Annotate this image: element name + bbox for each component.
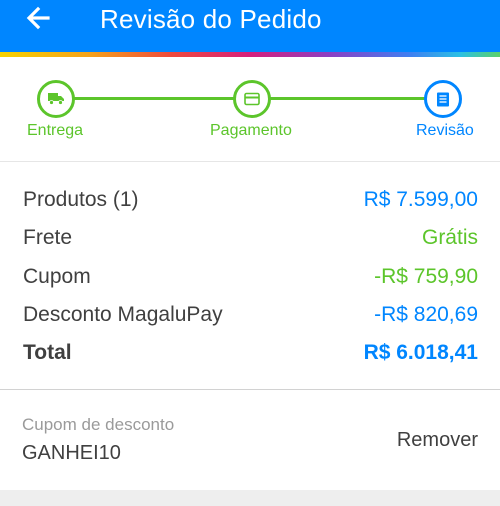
magalupay-discount-value: -R$ 820,69 xyxy=(374,303,478,326)
arrow-left-icon xyxy=(26,6,50,30)
bottom-section-band xyxy=(0,490,500,506)
step-label-entrega: Entrega xyxy=(27,122,84,139)
total-value: R$ 6.018,41 xyxy=(363,341,478,364)
summary-row-magalupay: Desconto MagaluPay -R$ 820,69 xyxy=(23,300,478,330)
back-button[interactable] xyxy=(22,3,58,35)
summary-row-total: Total R$ 6.018,41 xyxy=(23,338,478,368)
coupon-discount-label: Cupom xyxy=(23,265,91,288)
coupon-discount-value: -R$ 759,90 xyxy=(374,265,478,288)
shipping-value: Grátis xyxy=(421,226,478,249)
step-connector xyxy=(252,97,443,100)
app-header: Revisão do Pedido xyxy=(0,0,500,52)
summary-row-products: Produtos (1) R$ 7.599,00 xyxy=(23,185,478,215)
document-icon xyxy=(437,92,449,107)
remove-coupon-button[interactable]: Remover xyxy=(397,427,478,453)
summary-row-coupon: Cupom -R$ 759,90 xyxy=(23,262,478,292)
order-summary: Produtos (1) R$ 7.599,00 Frete Grátis Cu… xyxy=(0,162,500,389)
step-revisao[interactable] xyxy=(424,80,462,118)
coupon-section: Cupom de desconto GANHEI10 Remover xyxy=(0,390,500,490)
card-icon xyxy=(244,92,260,106)
summary-row-shipping: Frete Grátis xyxy=(23,223,478,253)
step-label-revisao: Revisão xyxy=(416,122,474,139)
total-label: Total xyxy=(23,341,72,364)
page-title: Revisão do Pedido xyxy=(100,4,322,34)
truck-icon xyxy=(48,93,64,105)
coupon-field-label: Cupom de desconto xyxy=(22,415,175,434)
step-label-pagamento: Pagamento xyxy=(210,122,292,139)
products-label: Produtos (1) xyxy=(23,188,139,211)
magalupay-discount-label: Desconto MagaluPay xyxy=(23,303,223,326)
step-connector xyxy=(56,97,252,100)
checkout-stepper: Entrega Pagamento Revisão xyxy=(0,57,500,161)
step-entrega[interactable] xyxy=(37,80,75,118)
coupon-code: GANHEI10 xyxy=(22,442,121,464)
shipping-label: Frete xyxy=(23,226,73,249)
step-pagamento[interactable] xyxy=(233,80,271,118)
products-value: R$ 7.599,00 xyxy=(363,188,478,211)
